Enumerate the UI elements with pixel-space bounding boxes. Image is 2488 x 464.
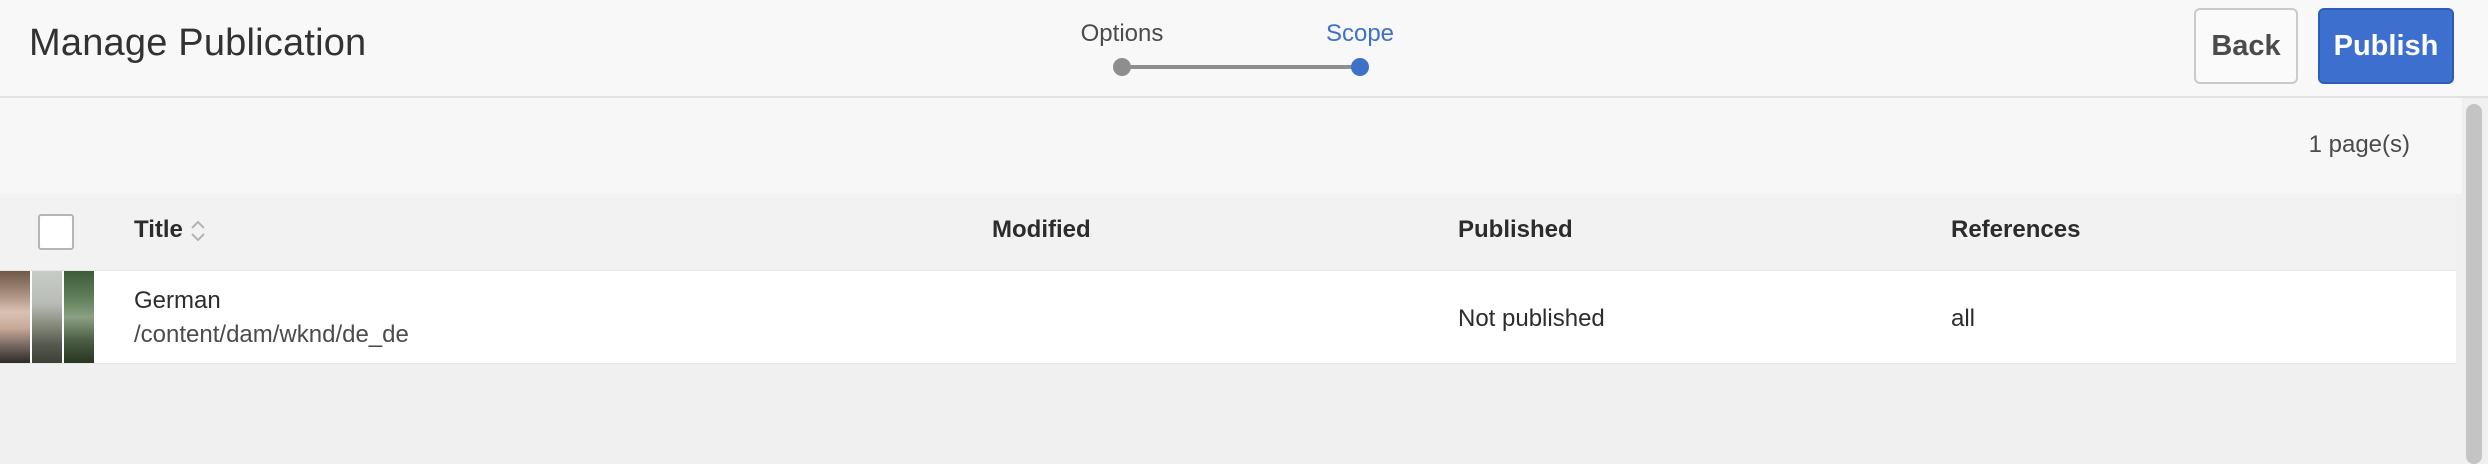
select-all-checkbox[interactable] — [38, 214, 74, 250]
thumbnail-image-forest — [64, 271, 94, 363]
wizard-steps: Options Scope — [1060, 14, 1400, 84]
header: Manage Publication Options Scope Back Pu… — [0, 0, 2488, 98]
row-title: German — [134, 287, 221, 314]
page-title: Manage Publication — [29, 22, 367, 64]
wizard-step-scope-label[interactable]: Scope — [1326, 20, 1394, 48]
wizard-step-options-dot[interactable] — [1113, 58, 1131, 76]
publish-button[interactable]: Publish — [2318, 8, 2454, 84]
wizard-step-options-label[interactable]: Options — [1081, 20, 1164, 48]
column-header-references: References — [1951, 216, 2081, 243]
row-path: /content/dam/wknd/de_de — [134, 321, 409, 348]
table-row[interactable]: German /content/dam/wknd/de_de Not publi… — [0, 270, 2456, 364]
row-thumbnail — [0, 271, 94, 363]
sort-icon[interactable] — [189, 218, 207, 244]
column-header-published: Published — [1458, 216, 1573, 243]
thumbnail-image-landscape — [32, 271, 62, 363]
scrollbar-thumb[interactable] — [2466, 104, 2482, 464]
wizard-track — [1122, 65, 1360, 69]
column-header-title[interactable]: Title — [134, 216, 183, 244]
wizard-step-scope-dot[interactable] — [1351, 58, 1369, 76]
back-button[interactable]: Back — [2194, 8, 2298, 84]
page-count: 1 page(s) — [2308, 131, 2410, 158]
row-references[interactable]: all — [1951, 305, 1975, 333]
thumbnail-image-portrait — [0, 271, 30, 363]
vertical-scrollbar[interactable] — [2462, 98, 2488, 464]
table-header: Title Modified Published References — [0, 194, 2456, 270]
row-published-status: Not published — [1458, 305, 1605, 332]
column-header-modified: Modified — [992, 216, 1091, 243]
list-toolbar: 1 page(s) — [0, 98, 2462, 194]
content-area: 1 page(s) Title Modified Published Refer… — [0, 98, 2488, 464]
